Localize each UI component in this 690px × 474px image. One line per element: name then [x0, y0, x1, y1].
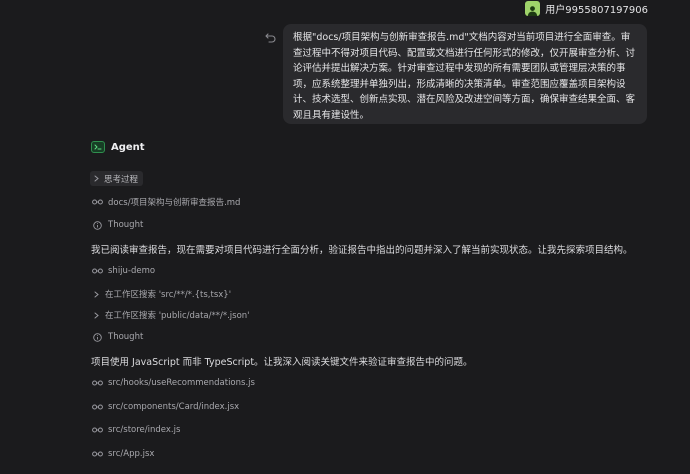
read-file-step[interactable]: src/store/index.js: [92, 424, 180, 436]
step-label: src/store/index.js: [108, 425, 181, 435]
user-message-bubble: 根据"docs/项目架构与创新审查报告.md"文档内容对当前项目进行全面审查。审…: [283, 24, 647, 124]
thought-step[interactable]: Thought: [92, 219, 143, 231]
read-file-step[interactable]: src/components/Card/index.jsx: [92, 401, 239, 413]
read-file-step[interactable]: src/App.jsx: [92, 448, 154, 460]
step-label: Thought: [108, 332, 144, 342]
step-label: Thought: [108, 220, 144, 230]
glasses-icon: [92, 268, 103, 274]
glasses-icon: [92, 199, 103, 205]
avatar: [525, 0, 541, 16]
search-step[interactable]: 在工作区搜索 'public/data/**/*.json': [92, 309, 250, 321]
user-icon: [528, 5, 538, 16]
step-label: docs/项目架构与创新审查报告.md: [108, 198, 241, 208]
search-step[interactable]: 在工作区搜索 'src/**/*.{ts,tsx}': [92, 288, 231, 300]
info-circle-icon: [92, 220, 103, 230]
glasses-icon: [92, 427, 103, 433]
step-label: 在工作区搜索 'public/data/**/*.json': [105, 311, 250, 321]
glasses-icon: [92, 451, 103, 457]
step-label: src/components/Card/index.jsx: [108, 402, 240, 412]
thinking-toggle[interactable]: 思考过程: [90, 171, 144, 186]
step-label: src/App.jsx: [108, 449, 155, 459]
read-file-step[interactable]: src/hooks/useRecommendations.js: [92, 377, 255, 389]
read-file-step[interactable]: docs/项目架构与创新审查报告.md: [92, 196, 240, 208]
chevron-right-icon: [92, 312, 100, 319]
agent-name: Agent: [111, 141, 145, 153]
step-label: src/hooks/useRecommendations.js: [108, 378, 255, 388]
step-label: shiju-demo: [108, 266, 156, 276]
undo-icon[interactable]: [263, 31, 277, 45]
glasses-icon: [92, 404, 103, 410]
thought-step[interactable]: Thought: [92, 331, 143, 343]
read-file-step[interactable]: shiju-demo: [92, 265, 155, 277]
glasses-icon: [92, 380, 103, 386]
thinking-label: 思考过程: [104, 174, 139, 185]
agent-message: 项目使用 JavaScript 而非 TypeScript。让我深入阅读关键文件…: [91, 357, 473, 368]
user-header: 用户9955807197906: [525, 0, 648, 16]
user-name: 用户9955807197906: [545, 4, 648, 16]
agent-icon: [91, 141, 105, 153]
step-label: 在工作区搜索 'src/**/*.{ts,tsx}': [105, 290, 232, 300]
chevron-right-icon: [94, 175, 99, 182]
agent-message: 我已阅读审查报告，现在需要对项目代码进行全面分析，验证报告中指出的问题并深入了解…: [91, 245, 633, 256]
info-circle-icon: [92, 332, 103, 342]
chevron-right-icon: [92, 291, 100, 298]
agent-header: Agent: [91, 141, 145, 153]
